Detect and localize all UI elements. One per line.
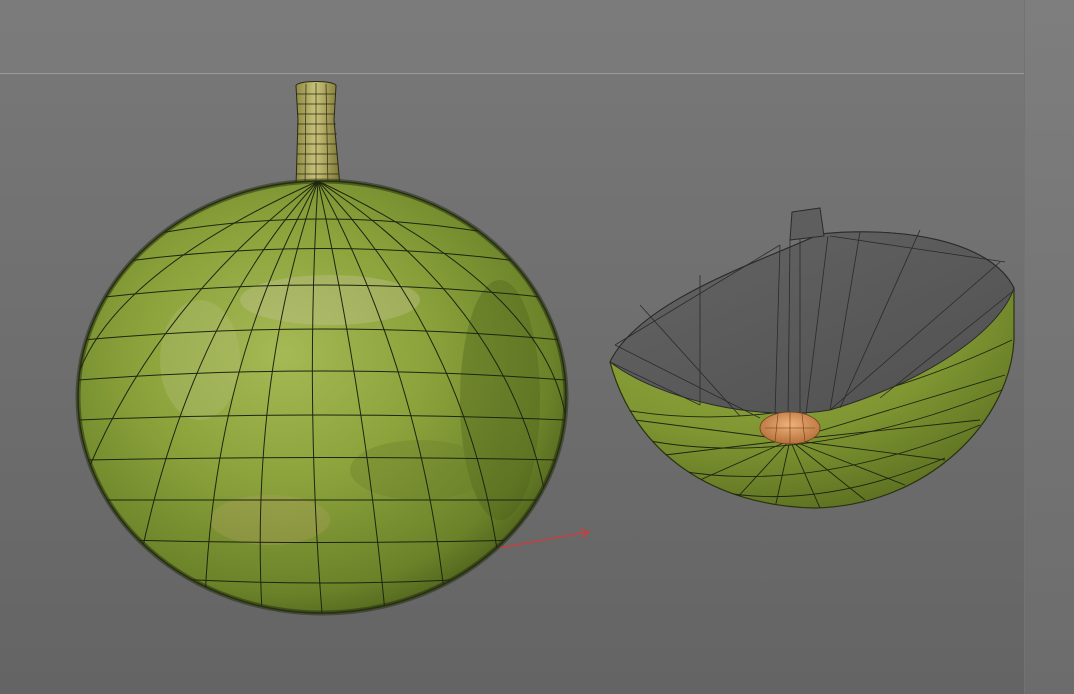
half-fruit-stem [789,207,825,241]
whole-fruit[interactable] [75,81,569,616]
3d-viewport[interactable] [0,0,1074,694]
scene-canvas[interactable] [0,0,1074,694]
fruit-stem [295,81,341,187]
half-fruit[interactable] [609,207,1015,509]
